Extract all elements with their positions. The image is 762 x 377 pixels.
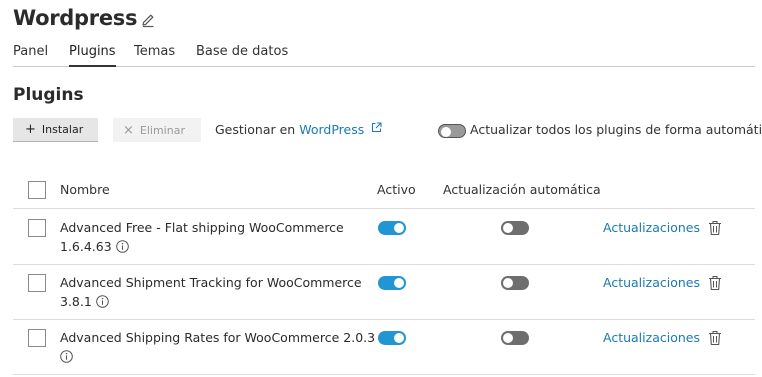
column-header-name: Nombre: [60, 182, 110, 197]
toggle-knob: [394, 333, 404, 343]
select-all-checkbox[interactable]: [28, 181, 46, 199]
auto-update-toggle[interactable]: [501, 331, 529, 345]
row-divider: [13, 264, 755, 265]
plugin-name: Advanced Free - Flat shipping WooCommerc…: [60, 220, 344, 235]
auto-update-all-label: Actualizar todos los plugins de forma au…: [470, 122, 762, 137]
toggle-knob: [394, 278, 404, 288]
manage-prefix: Gestionar en: [215, 122, 296, 137]
column-header-active: Activo: [377, 182, 416, 197]
tab-panel[interactable]: Panel: [13, 44, 48, 59]
row-checkbox[interactable]: [28, 219, 46, 237]
toggle-knob: [503, 333, 513, 343]
updates-link[interactable]: Actualizaciones: [603, 275, 700, 290]
header-divider: [13, 208, 755, 209]
row-divider: [13, 319, 755, 320]
trash-icon[interactable]: [708, 330, 722, 346]
active-toggle[interactable]: [378, 221, 406, 235]
auto-update-all-toggle[interactable]: [438, 124, 466, 138]
delete-button-label: Eliminar: [139, 123, 185, 137]
tab-temas[interactable]: Temas: [134, 44, 175, 59]
plugin-version: 3.8.1: [60, 294, 109, 309]
external-link-icon[interactable]: [371, 122, 382, 133]
trash-icon[interactable]: [708, 220, 722, 236]
install-button[interactable]: + Instalar: [13, 118, 98, 142]
active-toggle[interactable]: [378, 331, 406, 345]
section-title: Plugins: [13, 85, 84, 105]
auto-update-toggle[interactable]: [501, 221, 529, 235]
tab-bar: Panel Plugins Temas Base de datos: [13, 44, 755, 67]
row-checkbox[interactable]: [28, 274, 46, 292]
close-icon: ×: [123, 122, 134, 138]
pencil-icon[interactable]: [140, 12, 156, 28]
info-icon[interactable]: [96, 295, 109, 308]
install-button-label: Instalar: [41, 123, 84, 136]
plugin-version: 1.6.4.63: [60, 239, 129, 254]
tab-plugins[interactable]: Plugins: [69, 44, 116, 67]
column-header-auto-update: Actualización automática: [443, 182, 601, 197]
plugin-name: Advanced Shipment Tracking for WooCommer…: [60, 275, 362, 290]
plugin-version-text: 1.6.4.63: [60, 239, 112, 254]
updates-link[interactable]: Actualizaciones: [603, 220, 700, 235]
plugin-version-text: 3.8.1: [60, 294, 92, 309]
row-divider: [13, 374, 755, 375]
toggle-knob: [394, 223, 404, 233]
tab-base-de-datos[interactable]: Base de datos: [196, 44, 288, 59]
delete-button[interactable]: × Eliminar: [113, 118, 201, 142]
toggle-knob: [503, 278, 513, 288]
row-checkbox[interactable]: [28, 329, 46, 347]
updates-link[interactable]: Actualizaciones: [603, 330, 700, 345]
plugin-name: Advanced Shipping Rates for WooCommerce …: [60, 330, 376, 345]
active-toggle[interactable]: [378, 276, 406, 290]
trash-icon[interactable]: [708, 275, 722, 291]
info-icon[interactable]: [60, 350, 73, 363]
toggle-knob: [441, 127, 451, 137]
plus-icon: +: [25, 122, 36, 137]
manage-in-wordpress: Gestionar en WordPress: [215, 122, 382, 137]
wordpress-link[interactable]: WordPress: [299, 122, 364, 137]
page-title: Wordpress: [13, 6, 138, 30]
info-icon[interactable]: [115, 240, 129, 253]
auto-update-toggle[interactable]: [501, 276, 529, 290]
toggle-knob: [503, 223, 513, 233]
